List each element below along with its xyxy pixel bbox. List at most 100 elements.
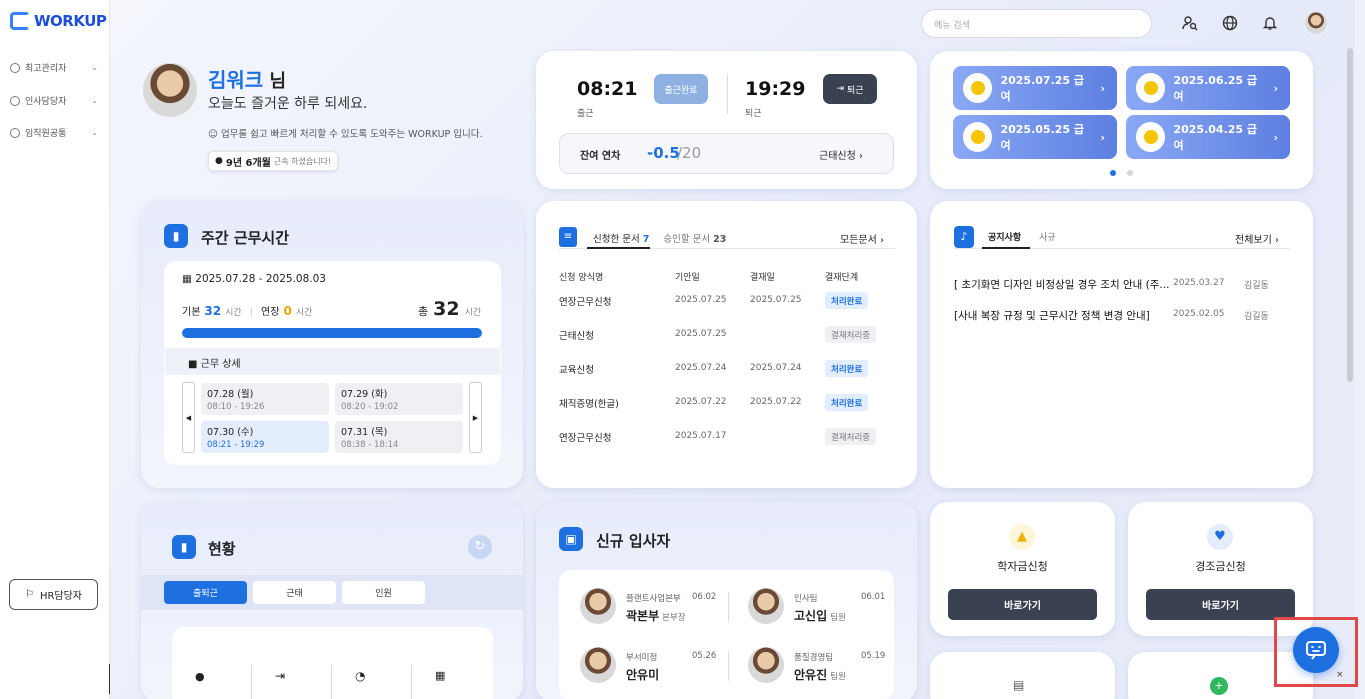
scrollbar[interactable] — [1347, 48, 1353, 382]
docs-tabs: 신청한 문서 7 승인할 문서 23 — [593, 231, 726, 245]
tuition-go-button[interactable]: 바로가기 — [948, 589, 1097, 620]
salary-item[interactable]: 2025.07.25 급여 › — [953, 66, 1117, 110]
tab-rules[interactable]: 사규 — [1039, 230, 1056, 243]
tab-headcount[interactable]: 인원 — [342, 581, 425, 604]
coin-icon — [963, 73, 993, 103]
tab-commute[interactable]: 출퇴근 — [164, 581, 247, 604]
weekly-title: ▮ 주간 근무시간 — [164, 224, 289, 248]
bell-icon[interactable] — [1261, 14, 1279, 32]
notice-author: 김길동 — [1244, 281, 1269, 291]
bar-chart-icon: ▮ — [164, 224, 188, 248]
next-week-button[interactable]: ▶ — [469, 382, 482, 453]
carousel-dot-active[interactable] — [1110, 170, 1116, 176]
doc-name[interactable]: 교육신청 — [559, 362, 594, 376]
id-card-icon: ▣ — [559, 527, 583, 551]
column-header: 결재일 — [750, 273, 775, 283]
salary-label: 2025.07.25 급여 — [1000, 74, 1085, 103]
profile-greeting: 오늘도 즐거운 하루 되세요. — [208, 96, 368, 112]
basic-value: 32 — [204, 304, 222, 318]
salary-label: 2025.05.25 급여 — [1000, 123, 1085, 152]
user-search-icon[interactable] — [1181, 14, 1199, 32]
tab-notice[interactable]: 공지사항 — [988, 230, 1021, 243]
notice-title[interactable]: [ 초기화면 디자인 비정상일 경우 조치 안내 (주... — [954, 277, 1169, 292]
users-icon — [10, 62, 20, 73]
logo-text: WORKUP — [34, 12, 107, 30]
clock-in-button[interactable]: 출근완료 — [654, 74, 708, 104]
person-icon: ● — [195, 670, 205, 683]
chat-icon — [1306, 641, 1326, 660]
user-avatar[interactable] — [1305, 12, 1327, 34]
hours-summary: 기본 32 시간 | 연장 0 시간 — [182, 304, 313, 318]
weekly-title-text: 주간 근무시간 — [201, 229, 290, 247]
day-time: 08:20 - 19:02 — [341, 402, 399, 412]
employee-name[interactable]: 고신입 팀원 — [794, 607, 846, 624]
sidebar-item-admin[interactable]: 최고관리자 ⌄ — [10, 61, 98, 74]
doc-draft-date: 2025.07.25 — [675, 329, 727, 339]
employee-name-text: 안유진 — [794, 668, 828, 682]
refresh-icon[interactable]: ↻ — [468, 535, 492, 559]
notice-date: 2025.03.27 — [1173, 278, 1225, 288]
salary-item[interactable]: 2025.06.25 급여 › — [1126, 66, 1290, 110]
employee-join-date: 05.26 — [692, 651, 717, 661]
coin-icon — [1136, 122, 1166, 152]
salary-label: 2025.04.25 급여 — [1173, 123, 1258, 152]
employee-role: 본부장 — [662, 613, 686, 623]
day-label: 07.30 (수) — [207, 427, 254, 438]
day-label: 07.31 (목) — [341, 427, 388, 438]
employee-name[interactable]: 곽본부 본부장 — [626, 607, 686, 624]
doc-name[interactable]: 재직증명(한글) — [559, 396, 619, 410]
employee-avatar — [580, 588, 616, 624]
doc-approve-date: 2025.07.25 — [750, 295, 802, 305]
hr-manager-button[interactable]: ⚐ HR담당자 — [9, 579, 98, 610]
day-card[interactable]: 07.28 (월) 08:10 - 19:26 — [201, 383, 329, 415]
chat-close-icon[interactable]: × — [1336, 670, 1344, 680]
carousel-dot[interactable] — [1127, 170, 1133, 176]
tab-attendance[interactable]: 근태 — [253, 581, 336, 604]
salary-item[interactable]: 2025.04.25 급여 › — [1126, 115, 1290, 159]
tuition-title: 학자금신청 — [997, 560, 1048, 573]
tab-label: 신청한 문서 — [593, 234, 640, 245]
congratulation-go-button[interactable]: 바로가기 — [1146, 589, 1295, 620]
new-hires-title-text: 신규 입사자 — [596, 532, 671, 550]
logo-mark-icon — [10, 12, 30, 30]
leave-request-link[interactable]: 근태신청 › — [819, 147, 863, 162]
profile-name-text: 김워크 — [208, 68, 264, 92]
salary-item[interactable]: 2025.05.25 급여 › — [953, 115, 1117, 159]
globe-icon[interactable] — [1221, 14, 1239, 32]
users-icon — [10, 127, 20, 138]
employee-role: 팀원 — [830, 613, 846, 623]
clock-out-time: 19:29 — [745, 78, 806, 100]
employee-role: 팀원 — [830, 672, 846, 682]
day-card[interactable]: 07.29 (화) 08:20 - 19:02 — [335, 383, 463, 415]
leave-value: -0.5 — [647, 144, 680, 162]
employee-avatar — [748, 588, 784, 624]
employee-name[interactable]: 안유진 팀원 — [794, 666, 846, 683]
day-label: 07.28 (월) — [207, 389, 254, 400]
sidebar: WORKUP 최고관리자 ⌄ 인사담당자 ⌄ 임직원공통 ⌄ ⚐ HR담당자 — [0, 0, 110, 699]
clock-out-button[interactable]: ⇥ 퇴근 — [823, 74, 877, 104]
chat-button[interactable] — [1293, 627, 1339, 673]
leave-request-label: 근태신청 — [819, 151, 856, 162]
tab-approve-docs[interactable]: 승인할 문서 23 — [663, 231, 726, 245]
salary-label: 2025.06.25 급여 — [1173, 74, 1258, 103]
workup-logo[interactable]: WORKUP — [10, 12, 107, 30]
doc-name[interactable]: 연장근무신청 — [559, 430, 611, 444]
sidebar-item-common[interactable]: 임직원공통 ⌄ — [10, 126, 98, 139]
chevron-right-icon: › — [1100, 81, 1105, 95]
all-docs-link[interactable]: 모든문서 › — [840, 231, 884, 246]
day-card-selected[interactable]: 07.30 (수) 08:21 - 19:29 — [201, 421, 329, 453]
search-input[interactable]: 메뉴 검색 — [921, 9, 1152, 38]
tab-requested-docs[interactable]: 신청한 문서 7 — [593, 231, 649, 245]
sidebar-item-hr[interactable]: 인사담당자 ⌄ — [10, 94, 98, 107]
week-range-text: 2025.07.28 - 2025.08.03 — [195, 273, 326, 285]
notice-title[interactable]: [사내 복장 규정 및 근무시간 정책 변경 안내] — [954, 308, 1150, 323]
divider — [411, 665, 412, 699]
doc-name[interactable]: 연장근무신청 — [559, 294, 611, 308]
view-all-link[interactable]: 전체보기 › — [1235, 231, 1279, 246]
employee-name[interactable]: 안유미 — [626, 666, 662, 683]
calendar-icon: ▦ — [435, 669, 446, 682]
prev-week-button[interactable]: ◀ — [182, 382, 195, 453]
doc-name[interactable]: 근태신청 — [559, 328, 594, 342]
day-card[interactable]: 07.31 (목) 08:38 - 18:14 — [335, 421, 463, 453]
status-badge: 처리완료 — [825, 394, 869, 411]
